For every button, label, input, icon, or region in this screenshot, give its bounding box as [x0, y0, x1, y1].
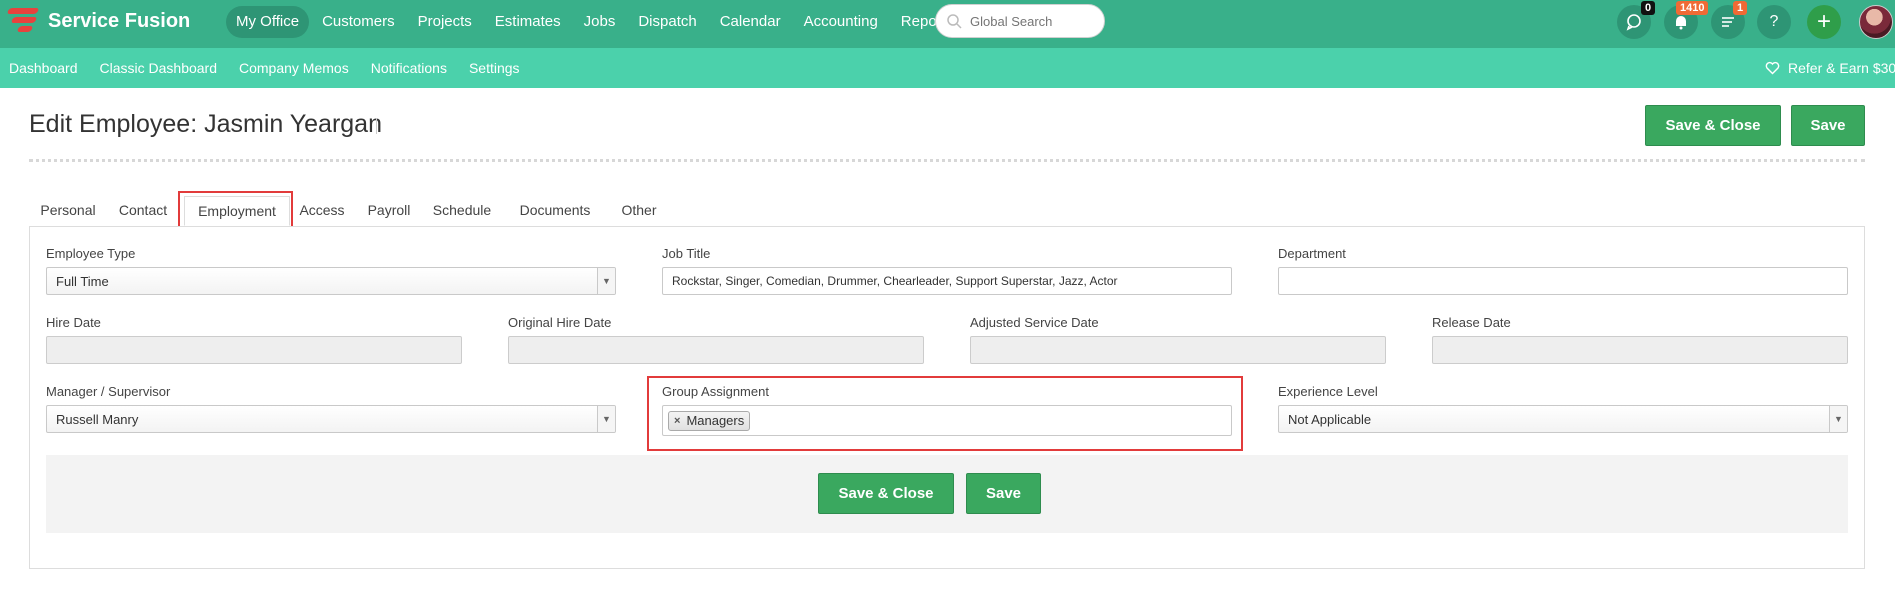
top-navbar: Service Fusion My Office Customers Proje…: [0, 0, 1895, 48]
department-input[interactable]: [1278, 267, 1848, 295]
tab-documents[interactable]: Documents: [513, 196, 597, 226]
nav-dispatch[interactable]: Dispatch: [628, 6, 706, 38]
original-hire-date-label: Original Hire Date: [508, 315, 612, 330]
subnav-company-memos[interactable]: Company Memos: [239, 60, 349, 76]
subnav-notifications[interactable]: Notifications: [371, 60, 447, 76]
main-nav: My Office Customers Projects Estimates J…: [226, 6, 966, 38]
header-save-button[interactable]: Save: [1791, 105, 1865, 146]
experience-level-value: Not Applicable: [1288, 411, 1372, 427]
subnav-settings[interactable]: Settings: [469, 60, 520, 76]
title-divider: [376, 118, 377, 134]
page-title: Edit Employee: Jasmin Yeargan: [29, 110, 382, 138]
manager-label: Manager / Supervisor: [46, 384, 171, 399]
refer-earn-label: Refer & Earn $300: [1788, 60, 1895, 76]
chevron-down-icon: ▼: [597, 268, 615, 294]
tab-payroll[interactable]: Payroll: [359, 196, 419, 226]
global-search[interactable]: [935, 4, 1105, 38]
footer-save-button[interactable]: Save: [966, 473, 1041, 514]
tab-other[interactable]: Other: [614, 196, 664, 226]
chat-badge: 0: [1641, 1, 1656, 15]
chevron-down-icon: ▼: [1829, 406, 1847, 432]
nav-jobs[interactable]: Jobs: [574, 6, 626, 38]
header-save-close-button[interactable]: Save & Close: [1645, 105, 1781, 146]
notifications-button[interactable]: 1410: [1664, 1, 1709, 39]
job-title-input[interactable]: Rockstar, Singer, Comedian, Drummer, Che…: [662, 267, 1232, 295]
chat-icon: [1626, 14, 1641, 31]
nav-customers[interactable]: Customers: [312, 6, 405, 38]
tab-schedule[interactable]: Schedule: [427, 196, 497, 226]
tab-employment[interactable]: Employment: [184, 196, 290, 226]
manager-value: Russell Manry: [56, 411, 139, 427]
job-title-label: Job Title: [662, 246, 711, 261]
job-title-value: Rockstar, Singer, Comedian, Drummer, Che…: [672, 274, 1118, 288]
hire-date-input[interactable]: [46, 336, 462, 364]
notifications-badge: 1410: [1676, 1, 1709, 15]
search-input[interactable]: [970, 13, 1080, 29]
subnav-dashboard[interactable]: Dashboard: [9, 60, 78, 76]
original-hire-date-input[interactable]: [508, 336, 924, 364]
experience-level-select[interactable]: Not Applicable ▼: [1278, 405, 1848, 433]
header-divider: [29, 159, 1865, 162]
tab-contact[interactable]: Contact: [113, 196, 173, 226]
department-label: Department: [1278, 246, 1346, 261]
manager-select[interactable]: Russell Manry ▼: [46, 405, 616, 433]
hire-date-label: Hire Date: [46, 315, 101, 330]
heart-icon: [1765, 61, 1780, 75]
sub-navbar: Dashboard Classic Dashboard Company Memo…: [0, 48, 1895, 88]
subnav-classic-dashboard[interactable]: Classic Dashboard: [100, 60, 218, 76]
plus-icon: +: [1816, 8, 1831, 35]
chat-button[interactable]: 0: [1617, 1, 1656, 39]
release-date-input[interactable]: [1432, 336, 1848, 364]
release-date-label: Release Date: [1432, 315, 1511, 330]
app-logo[interactable]: Service Fusion: [6, 6, 190, 36]
adjusted-service-date-input[interactable]: [970, 336, 1386, 364]
tasks-button[interactable]: 1: [1711, 1, 1748, 39]
sub-nav: Dashboard Classic Dashboard Company Memo…: [9, 48, 542, 88]
service-fusion-logo-icon: [6, 6, 44, 36]
refer-earn-link[interactable]: Refer & Earn $300: [1765, 48, 1895, 88]
user-avatar[interactable]: [1859, 5, 1893, 39]
experience-level-label: Experience Level: [1278, 384, 1378, 399]
tasks-badge: 1: [1733, 1, 1748, 15]
employee-type-select[interactable]: Full Time ▼: [46, 267, 616, 295]
search-icon: [947, 14, 962, 29]
adjusted-service-date-label: Adjusted Service Date: [970, 315, 1099, 330]
nav-calendar[interactable]: Calendar: [710, 6, 791, 38]
chevron-down-icon: ▼: [597, 406, 615, 432]
nav-accounting[interactable]: Accounting: [794, 6, 888, 38]
nav-my-office[interactable]: My Office: [226, 6, 310, 38]
nav-projects[interactable]: Projects: [408, 6, 482, 38]
list-icon: [1722, 17, 1734, 27]
help-button[interactable]: ?: [1757, 5, 1791, 39]
group-assignment-highlight: [647, 376, 1243, 451]
bell-icon: [1676, 16, 1686, 30]
employee-type-label: Employee Type: [46, 246, 136, 261]
brand-name: Service Fusion: [48, 9, 191, 32]
help-icon: ?: [1769, 13, 1779, 30]
add-button[interactable]: +: [1807, 5, 1841, 39]
nav-estimates[interactable]: Estimates: [485, 6, 571, 38]
footer-save-close-button[interactable]: Save & Close: [818, 473, 954, 514]
tab-personal[interactable]: Personal: [29, 196, 107, 226]
tab-access[interactable]: Access: [293, 196, 351, 226]
employee-type-value: Full Time: [56, 273, 109, 289]
